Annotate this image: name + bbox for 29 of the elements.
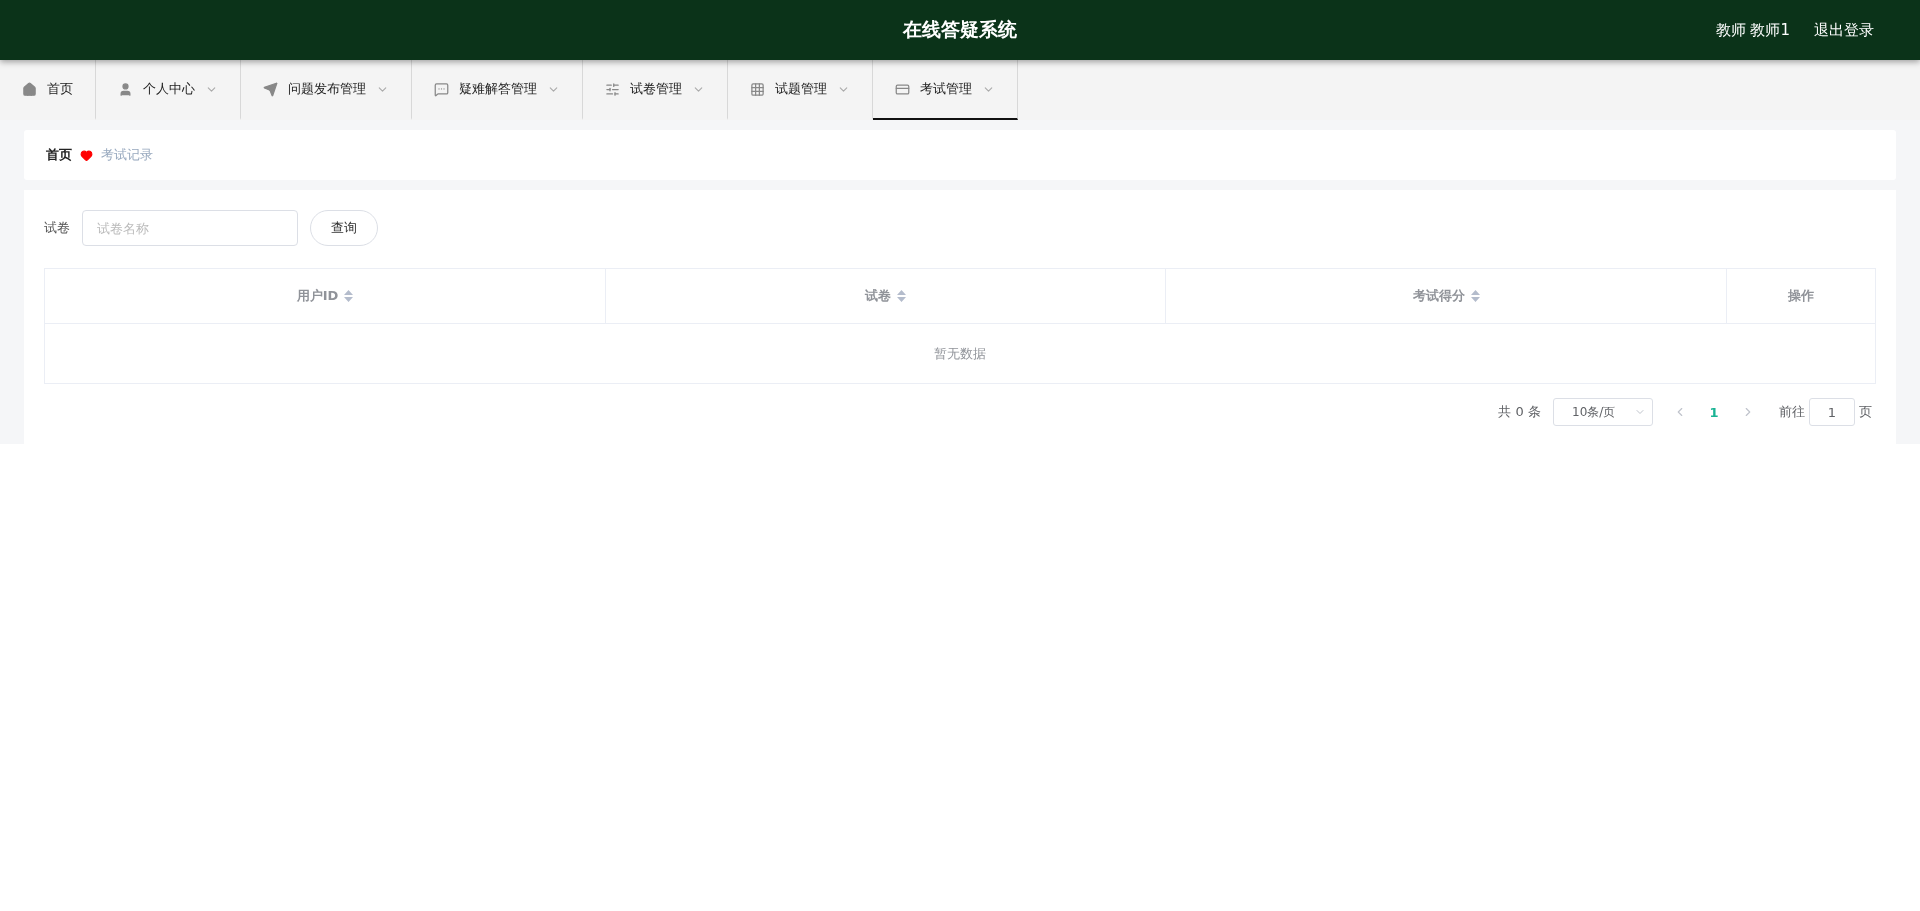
column-header: 试卷 — [865, 287, 891, 305]
goto-label: 前往 — [1779, 403, 1805, 421]
filter-label: 试卷 — [44, 219, 70, 237]
page-suffix: 页 — [1859, 403, 1872, 421]
search-button[interactable]: 查询 — [310, 210, 378, 246]
empty-message: 暂无数据 — [934, 344, 986, 363]
breadcrumb-current: 考试记录 — [101, 146, 153, 164]
sort-icon[interactable] — [897, 290, 906, 302]
page-size-select[interactable]: 10条/页 — [1553, 398, 1653, 426]
column-header: 考试得分 — [1412, 287, 1465, 305]
column-header: 用户ID — [296, 287, 339, 305]
home-icon — [22, 81, 37, 97]
paper-plane-icon — [263, 81, 278, 97]
card-icon — [895, 81, 910, 97]
goto-page-field[interactable]: 1 — [1809, 398, 1855, 426]
search-field[interactable]: 试卷名称 — [82, 210, 298, 246]
breadcrumb-link[interactable]: 首页 — [46, 146, 72, 164]
app-title: 在线答疑系统 — [903, 17, 1017, 42]
column-header: 操作 — [1788, 287, 1814, 305]
sort-icon[interactable] — [344, 290, 354, 302]
grid-icon — [750, 81, 765, 97]
sort-icon[interactable] — [1470, 290, 1480, 302]
user-name: 教师 教师1 — [1715, 20, 1790, 40]
sliders-icon — [605, 81, 620, 97]
total-count: 共 0 条 — [1498, 403, 1541, 421]
user-icon — [118, 81, 133, 97]
logout-link[interactable]: 退出登录 — [1814, 20, 1874, 40]
heart-icon — [80, 148, 93, 162]
chat-bubble-icon — [434, 81, 449, 97]
